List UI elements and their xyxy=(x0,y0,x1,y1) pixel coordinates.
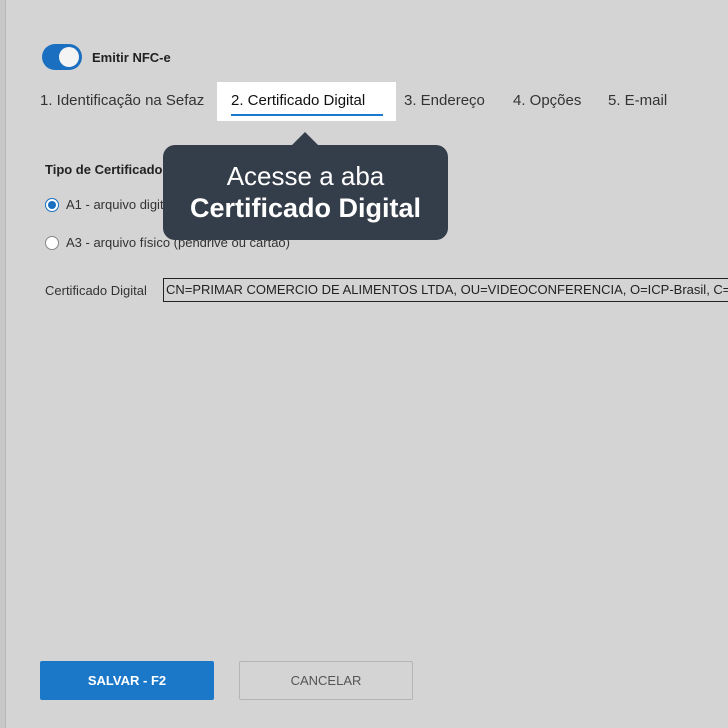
hint-tooltip: Acesse a aba Certificado Digital xyxy=(163,132,448,240)
nfce-toggle-row: Emitir NFC-e xyxy=(42,44,171,70)
tab-certificado-digital[interactable]: 2. Certificado Digital xyxy=(217,82,396,121)
radio-a1[interactable] xyxy=(45,197,59,212)
certificate-select[interactable]: CN=PRIMAR COMERCIO DE ALIMENTOS LTDA, OU… xyxy=(163,278,728,302)
certificate-type-title: Tipo de Certificado xyxy=(45,162,163,177)
toggle-label: Emitir NFC-e xyxy=(92,49,171,65)
radio-option-a1[interactable]: A1 - arquivo digital xyxy=(45,197,174,212)
tab-email[interactable]: 5. E-mail xyxy=(608,92,667,109)
save-button[interactable]: SALVAR - F2 xyxy=(40,661,214,700)
tooltip-line1: Acesse a aba xyxy=(226,161,385,191)
window-left-edge xyxy=(0,0,6,728)
tab-certificado-digital-label: 2. Certificado Digital xyxy=(231,92,366,109)
toggle-knob xyxy=(59,47,79,67)
cancel-button[interactable]: CANCELAR xyxy=(239,661,413,700)
radio-a3[interactable] xyxy=(45,235,59,250)
active-tab-underline xyxy=(231,114,383,116)
radio-a1-label: A1 - arquivo digital xyxy=(66,197,174,212)
tooltip-line2: Certificado Digital xyxy=(189,193,422,223)
nfce-toggle[interactable] xyxy=(42,44,82,70)
certificate-label: Certificado Digital xyxy=(45,283,147,298)
tab-endereco[interactable]: 3. Endereço xyxy=(404,92,485,109)
tab-opcoes[interactable]: 4. Opções xyxy=(513,92,581,109)
tab-identificacao[interactable]: 1. Identificação na Sefaz xyxy=(40,92,204,109)
